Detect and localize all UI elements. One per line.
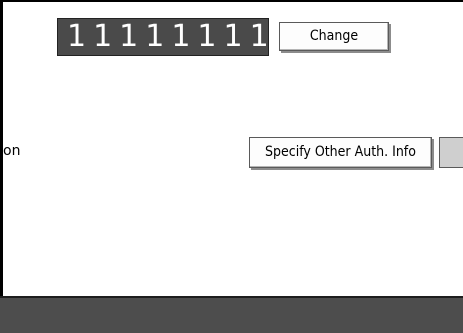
top-border [0,0,463,2]
partially-visible-button[interactable] [439,137,463,168]
code-value-display: 11111111 [57,18,269,56]
settings-screen: 11111111 Change on Specify Other Auth. I… [0,0,463,333]
specify-other-auth-info-button[interactable]: Specify Other Auth. Info [249,137,432,168]
change-button[interactable]: Change [279,22,389,51]
bottom-status-bar [0,296,463,333]
truncated-row-label: on [3,143,21,159]
